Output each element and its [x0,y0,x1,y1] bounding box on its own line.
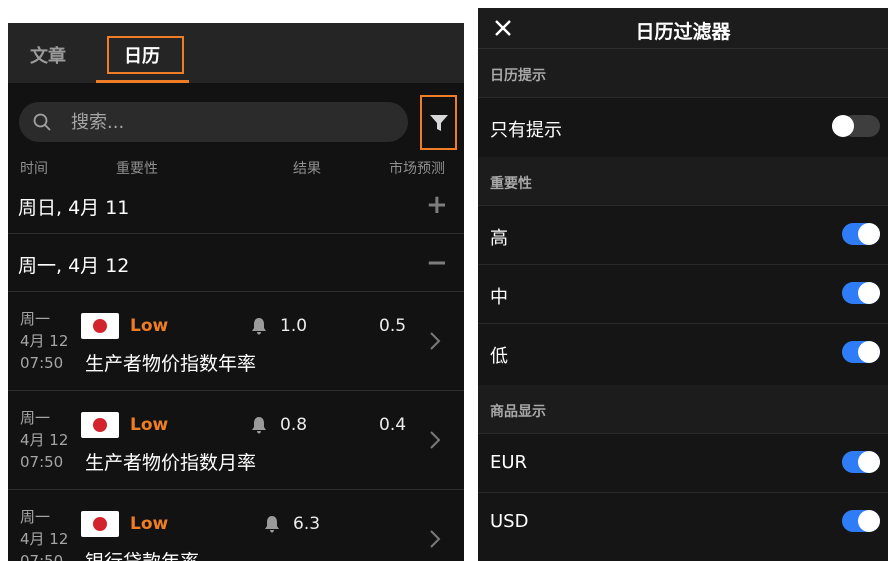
toggle-knob [858,223,880,245]
eur-toggle[interactable] [842,451,880,473]
event-time: 周一 4月 12 07:50 [20,409,69,471]
tab-bar: 文章 日历 [8,23,464,83]
option-label: 只有提示 [490,120,562,141]
event-importance: Low [130,316,169,336]
chevron-right-icon[interactable] [428,528,442,550]
japan-flag-icon [81,313,119,339]
search-bar[interactable] [19,102,408,142]
medium-toggle[interactable] [842,282,880,304]
filter-icon [430,115,448,131]
event-name: 生产者物价指数年率 [85,353,257,375]
chevron-right-icon[interactable] [428,429,442,451]
day-label: 周一, 4月 12 [18,255,130,277]
day-header-sunday[interactable]: 周日, 4月 11 + [8,176,464,234]
filter-header: 日历过滤器 [478,8,888,49]
event-forecast: 0.5 [379,316,407,336]
column-header-importance: 重要性 [116,161,158,177]
toggle-knob [858,451,880,473]
japan-flag-icon [81,511,119,537]
expand-icon[interactable]: + [426,190,448,220]
event-row[interactable]: 周一 4月 12 07:50 Low 6.3 银行贷款年率 [8,490,464,561]
section-header-alerts: 日历提示 [478,49,888,97]
event-row[interactable]: 周一 4月 12 07:50 Low 0.8 0.4 生产者物价指数月率 [8,391,464,490]
event-actual: 0.8 [280,415,308,435]
section-header-products: 商品显示 [478,385,888,433]
event-time: 周一 4月 12 07:50 [20,310,69,372]
bell-icon[interactable] [249,316,269,336]
section-header-importance: 重要性 [478,157,888,205]
search-icon [33,113,51,131]
event-name: 生产者物价指数月率 [85,452,257,474]
option-usd[interactable]: USD [478,492,888,551]
chevron-right-icon[interactable] [428,330,442,352]
column-header-forecast: 市场预测 [389,161,445,177]
option-label: 低 [490,346,508,367]
calendar-filter-screen: 日历过滤器 日历提示 只有提示 重要性 高 中 低 商品显示 EUR USD [478,8,888,561]
filter-button[interactable] [420,95,457,150]
event-importance: Low [130,415,169,435]
only-alerts-toggle[interactable] [832,115,880,137]
section-label: 商品显示 [490,404,546,420]
option-label: 中 [490,287,508,308]
toggle-knob [858,510,880,532]
column-header-actual: 结果 [293,161,321,177]
toggle-knob [858,282,880,304]
tab-articles[interactable]: 文章 [30,42,66,68]
section-label: 重要性 [490,176,532,192]
event-actual: 6.3 [293,514,321,534]
collapse-icon[interactable]: − [426,248,448,278]
tab-calendar[interactable]: 日历 [124,42,160,68]
toggle-knob [832,115,854,137]
option-label: USD [490,511,529,532]
option-eur[interactable]: EUR [478,433,888,492]
event-row[interactable]: 周一 4月 12 07:50 Low 1.0 0.5 生产者物价指数年率 [8,292,464,391]
day-header-monday[interactable]: 周一, 4月 12 − [8,234,464,292]
option-label: 高 [490,228,508,249]
usd-toggle[interactable] [842,510,880,532]
japan-flag-icon [81,412,119,438]
day-label: 周日, 4月 11 [18,197,130,219]
column-header-time: 时间 [20,161,48,177]
option-only-alerts[interactable]: 只有提示 [478,97,888,156]
filter-title: 日历过滤器 [635,21,731,43]
event-forecast: 0.4 [379,415,407,435]
search-input[interactable] [71,110,391,134]
toggle-knob [858,341,880,363]
low-toggle[interactable] [842,341,880,363]
event-importance: Low [130,514,169,534]
bell-icon[interactable] [249,415,269,435]
option-low[interactable]: 低 [478,323,888,382]
section-label: 日历提示 [490,68,546,84]
option-high[interactable]: 高 [478,205,888,264]
bell-icon[interactable] [262,514,282,534]
option-label: EUR [490,452,528,473]
option-medium[interactable]: 中 [478,264,888,323]
event-actual: 1.0 [280,316,308,336]
active-tab-indicator [96,80,189,83]
event-time: 周一 4月 12 07:50 [20,508,69,561]
event-name: 银行贷款年率 [85,547,199,561]
calendar-screen: 文章 日历 时间 重要性 结果 市场预测 周日, 4月 11 + 周一, 4月 … [8,23,464,561]
high-toggle[interactable] [842,223,880,245]
